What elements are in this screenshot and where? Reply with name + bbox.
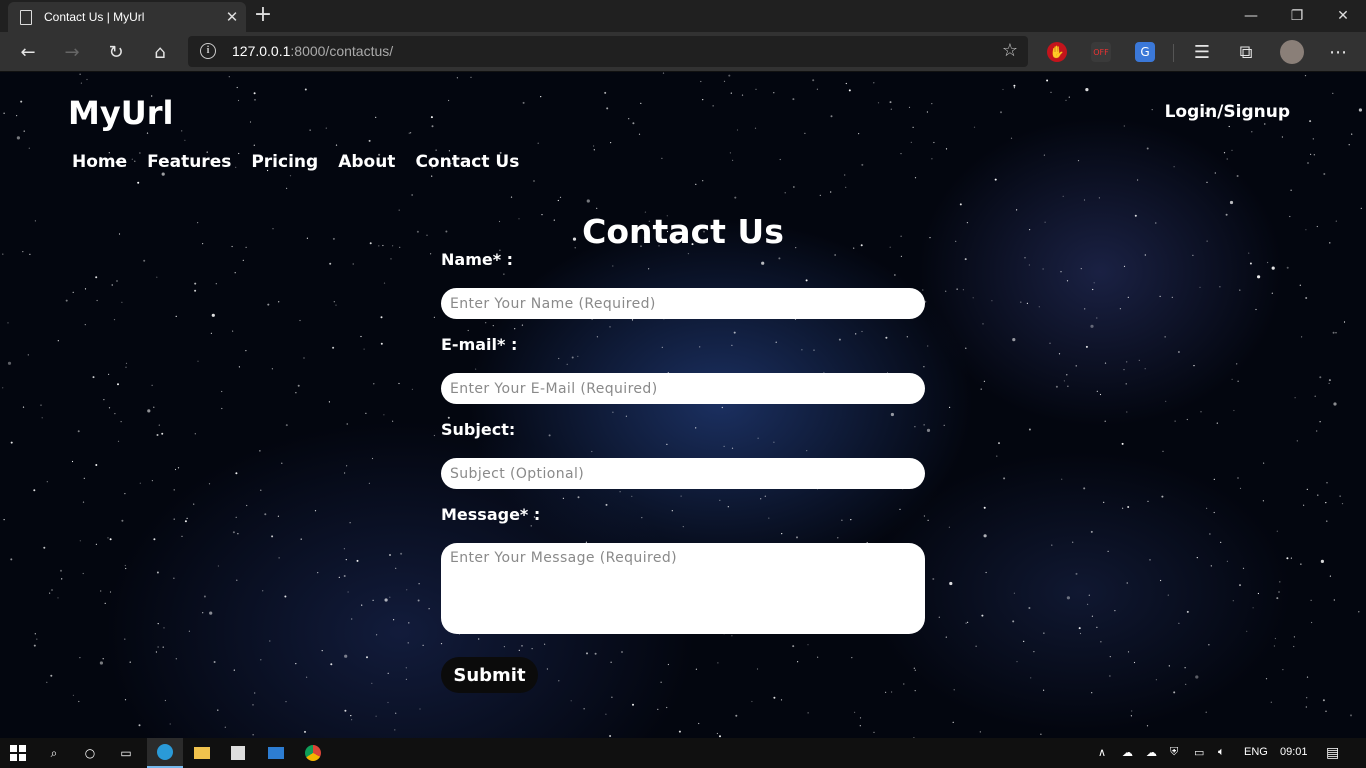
- nav-home[interactable]: Home: [72, 152, 127, 172]
- task-view-icon[interactable]: ▭: [108, 738, 144, 768]
- site-logo[interactable]: MyUrl: [68, 94, 173, 132]
- file-explorer-icon[interactable]: [184, 738, 220, 768]
- page-title: Contact Us: [582, 212, 784, 251]
- back-icon[interactable]: ←: [12, 36, 44, 68]
- window-close-icon[interactable]: ✕: [1320, 0, 1366, 32]
- off-extension-icon[interactable]: OFF: [1091, 42, 1111, 62]
- name-input[interactable]: [441, 288, 925, 319]
- site-info-icon[interactable]: i: [200, 43, 216, 59]
- chrome-icon[interactable]: [295, 738, 331, 768]
- main-nav: Home Features Pricing About Contact Us: [72, 152, 519, 172]
- language-indicator[interactable]: ENG: [1244, 746, 1268, 758]
- tab-close-icon[interactable]: ✕: [218, 8, 246, 26]
- browser-toolbar: ← → ↻ ⌂ i 127.0.0.1:8000/contactus/ ☆ ✋ …: [0, 32, 1366, 72]
- nav-contact-us[interactable]: Contact Us: [415, 152, 519, 172]
- windows-taskbar: ⌕ ○ ▭ ∧ ☁ ☁ ⛨ ▭ 🔈︎ ENG 09:01 ▤: [0, 738, 1366, 768]
- more-icon[interactable]: ⋯: [1322, 36, 1354, 68]
- refresh-icon[interactable]: ↻: [100, 36, 132, 68]
- restore-icon[interactable]: ❐: [1274, 0, 1320, 32]
- nav-features[interactable]: Features: [147, 152, 231, 172]
- browser-tab[interactable]: Contact Us | MyUrl ✕: [8, 2, 246, 32]
- search-icon[interactable]: ⌕: [36, 738, 72, 768]
- nav-about[interactable]: About: [338, 152, 395, 172]
- mail-icon[interactable]: [258, 738, 294, 768]
- home-icon[interactable]: ⌂: [144, 36, 176, 68]
- cloud-upload-icon[interactable]: ☁: [1146, 746, 1157, 759]
- cortana-icon[interactable]: ○: [72, 738, 108, 768]
- new-tab-button[interactable]: +: [252, 3, 274, 27]
- submit-button[interactable]: Submit: [441, 657, 538, 693]
- store-icon[interactable]: [220, 738, 256, 768]
- page-content: MyUrl Login/Signup Home Features Pricing…: [0, 72, 1366, 738]
- minimize-icon[interactable]: —: [1228, 0, 1274, 32]
- name-label: Name* :: [441, 250, 514, 269]
- notifications-icon[interactable]: ▤: [1326, 744, 1339, 761]
- translate-icon[interactable]: G: [1135, 42, 1155, 62]
- favorites-icon[interactable]: ☰: [1186, 36, 1218, 68]
- url-text[interactable]: 127.0.0.1:8000/contactus/: [232, 43, 393, 59]
- edge-icon[interactable]: [147, 738, 183, 768]
- tray-chevron-icon[interactable]: ∧: [1098, 746, 1106, 759]
- subject-label: Subject:: [441, 420, 516, 439]
- volume-icon[interactable]: 🔈︎: [1218, 746, 1225, 759]
- message-textarea[interactable]: [441, 543, 925, 634]
- subject-input[interactable]: [441, 458, 925, 489]
- profile-avatar[interactable]: [1276, 36, 1308, 68]
- adblock-icon[interactable]: ✋: [1047, 42, 1067, 62]
- start-icon[interactable]: [0, 738, 36, 768]
- message-label: Message* :: [441, 505, 541, 524]
- page-icon: [20, 9, 32, 25]
- email-input[interactable]: [441, 373, 925, 404]
- tab-title: Contact Us | MyUrl: [44, 10, 145, 24]
- clock[interactable]: 09:01: [1280, 746, 1308, 758]
- address-bar[interactable]: i 127.0.0.1:8000/contactus/ ☆: [188, 36, 1028, 67]
- email-label: E-mail* :: [441, 335, 518, 354]
- login-signup-link[interactable]: Login/Signup: [1165, 102, 1290, 122]
- collections-icon[interactable]: ⧉: [1230, 36, 1262, 68]
- forward-icon[interactable]: →: [56, 36, 88, 68]
- nav-pricing[interactable]: Pricing: [251, 152, 318, 172]
- browser-tabbar: Contact Us | MyUrl ✕ + — ❐ ✕: [0, 0, 1366, 32]
- contact-form: Name* : E-mail* : Subject: Message* :: [441, 250, 925, 650]
- defender-icon[interactable]: ⛨: [1170, 746, 1178, 759]
- network-icon[interactable]: ▭: [1194, 746, 1204, 759]
- onedrive-icon[interactable]: ☁: [1122, 746, 1133, 759]
- favorite-star-icon[interactable]: ☆: [1002, 40, 1018, 61]
